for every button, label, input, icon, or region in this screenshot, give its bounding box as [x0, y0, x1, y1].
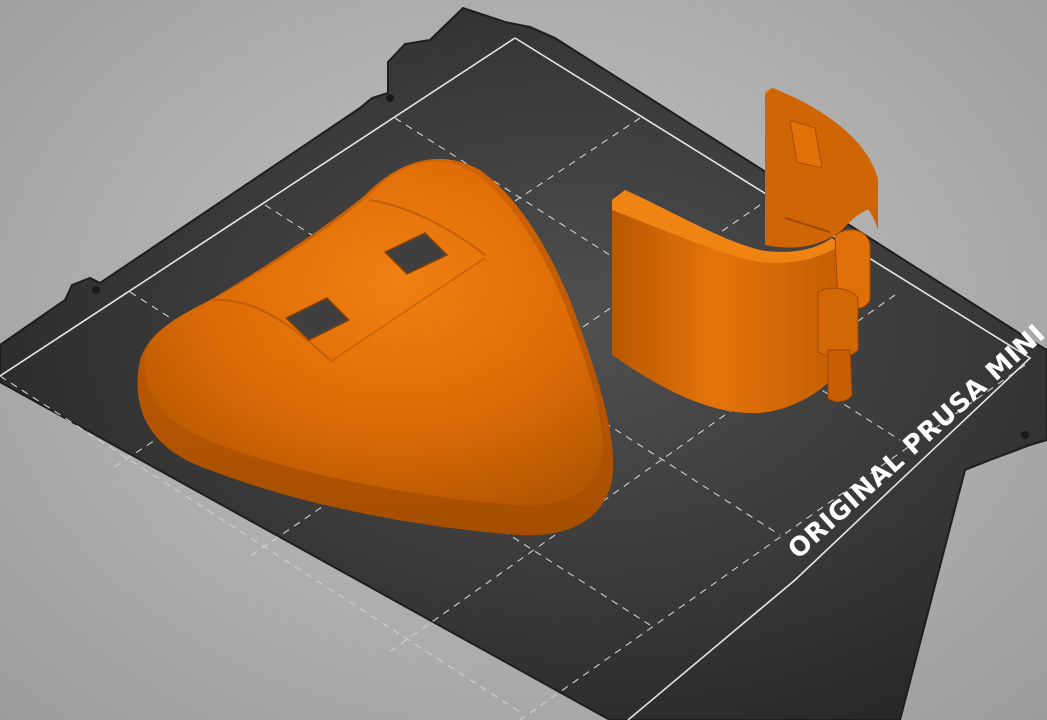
bed-mount-hole — [1021, 431, 1029, 439]
scene-canvas[interactable]: ORIGINAL PRUSA MINI — [0, 0, 1047, 720]
clip-hinge-knuckle — [817, 287, 859, 358]
bed-mount-hole — [92, 286, 100, 294]
bed-mount-hole — [386, 94, 394, 102]
clip-hinge-pin — [827, 349, 853, 403]
3d-viewport[interactable]: ORIGINAL PRUSA MINI — [0, 0, 1047, 720]
